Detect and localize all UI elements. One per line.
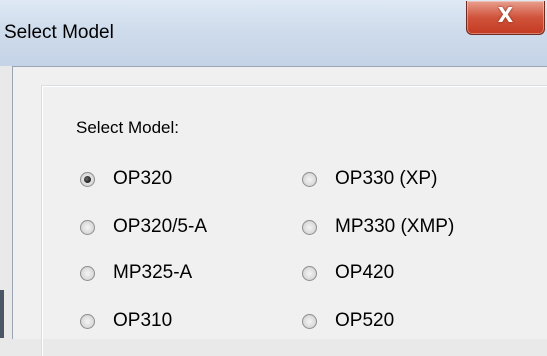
radio-label: OP420	[335, 262, 395, 283]
radio-label: OP320	[113, 168, 173, 189]
close-button[interactable]: X	[466, 1, 545, 35]
radio-button[interactable]	[80, 219, 95, 235]
radio-button[interactable]	[302, 171, 317, 187]
radio-button[interactable]	[302, 313, 317, 329]
window-title: Select Model	[4, 22, 114, 43]
radio-label: MP330 (XMP)	[335, 216, 455, 237]
radio-button[interactable]	[80, 171, 95, 187]
radio-option-mp330-xmp[interactable]: MP330 (XMP)	[302, 215, 454, 239]
radio-label: OP320/5-A	[113, 216, 207, 237]
radio-label: MP325-A	[113, 262, 193, 283]
radio-option-mp325a[interactable]: MP325-A	[80, 261, 192, 285]
radio-label: OP310	[113, 310, 173, 331]
close-icon: X	[497, 3, 514, 27]
radio-option-op520[interactable]: OP520	[302, 309, 394, 333]
title-bar[interactable]: Select Model X	[0, 0, 547, 66]
radio-option-op310[interactable]: OP310	[80, 309, 172, 333]
dialog-body	[12, 66, 547, 356]
group-label: Select Model:	[76, 118, 179, 137]
radio-button[interactable]	[302, 219, 317, 235]
radio-label: OP520	[335, 310, 395, 331]
radio-option-op320-5a[interactable]: OP320/5-A	[80, 215, 207, 239]
radio-option-op330-xp[interactable]: OP330 (XP)	[302, 167, 437, 191]
radio-button[interactable]	[80, 313, 95, 329]
radio-option-op420[interactable]: OP420	[302, 261, 394, 285]
radio-button[interactable]	[302, 265, 317, 281]
radio-option-op320[interactable]: OP320	[80, 167, 172, 191]
radio-button[interactable]	[80, 265, 95, 281]
window-edge	[0, 290, 4, 338]
radio-label: OP330 (XP)	[335, 168, 438, 189]
